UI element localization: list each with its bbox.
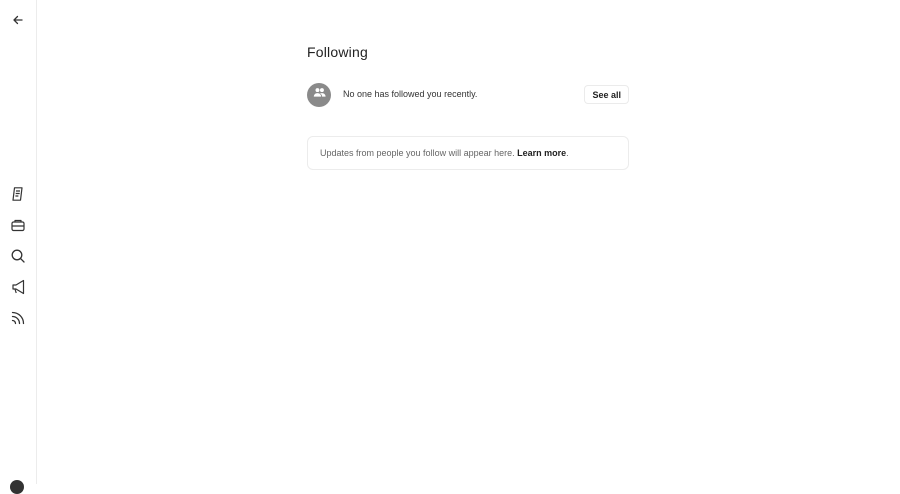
arrow-left-icon bbox=[10, 12, 26, 33]
note-icon bbox=[10, 186, 26, 207]
people-icon bbox=[313, 86, 326, 104]
updates-info-box: Updates from people you follow will appe… bbox=[307, 136, 629, 170]
page-title: Following bbox=[307, 44, 368, 60]
search-button[interactable] bbox=[8, 248, 28, 268]
period-text: . bbox=[566, 148, 569, 158]
notes-button[interactable] bbox=[8, 186, 28, 206]
back-button[interactable] bbox=[8, 12, 28, 32]
recent-followers-row: No one has followed you recently. See al… bbox=[307, 83, 629, 107]
user-avatar[interactable] bbox=[10, 480, 24, 494]
rss-icon bbox=[10, 310, 26, 331]
followers-avatar bbox=[307, 83, 331, 107]
learn-more-link[interactable]: Learn more bbox=[517, 148, 566, 158]
sidebar bbox=[0, 0, 37, 494]
megaphone-icon bbox=[10, 279, 26, 300]
updates-message: Updates from people you follow will appe… bbox=[320, 148, 569, 158]
no-followers-text: No one has followed you recently. bbox=[343, 89, 478, 99]
see-all-button[interactable]: See all bbox=[584, 85, 629, 104]
updates-text: Updates from people you follow will appe… bbox=[320, 148, 515, 158]
announcements-button[interactable] bbox=[8, 279, 28, 299]
inbox-button[interactable] bbox=[8, 217, 28, 237]
inbox-icon bbox=[10, 217, 26, 238]
search-icon bbox=[10, 248, 26, 269]
feed-button[interactable] bbox=[8, 310, 28, 330]
